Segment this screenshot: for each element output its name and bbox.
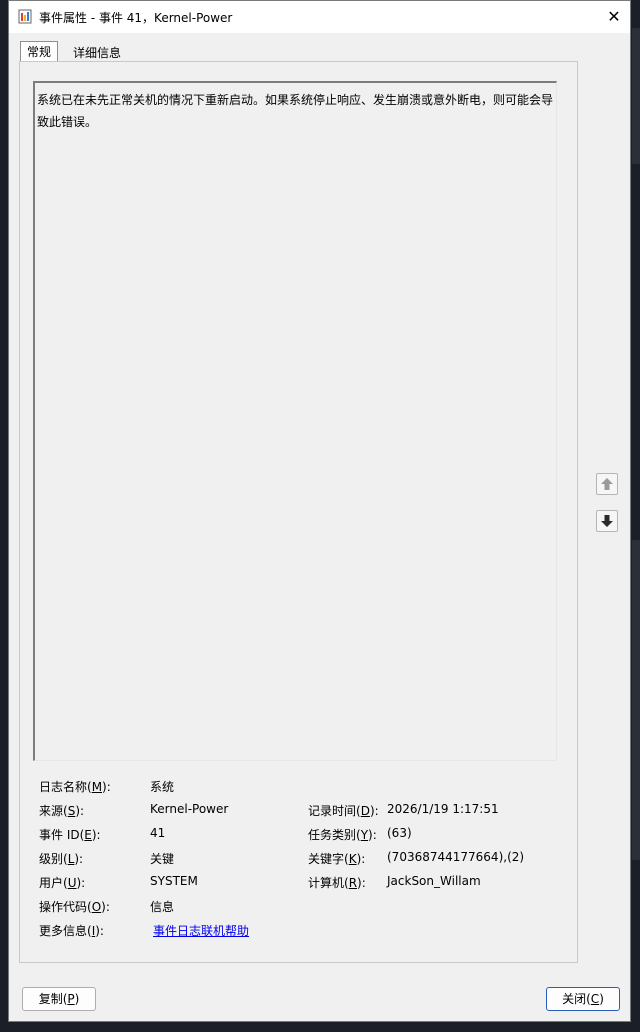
logged-label: 记录时间(D): [308, 804, 379, 818]
level-label: 级别(L): [39, 852, 84, 866]
copy-button[interactable]: 复制(P) [22, 987, 96, 1011]
event-id-value: 41 [150, 826, 166, 840]
logged-value: 2026/1/19 1:17:51 [387, 802, 499, 816]
task-category-label: 任务类别(Y): [308, 828, 377, 842]
close-button[interactable]: 关闭(C) [546, 987, 620, 1011]
previous-event-button[interactable] [596, 473, 618, 495]
log-name-value: 系统 [150, 780, 175, 794]
source-label: 来源(S): [39, 804, 85, 818]
opcode-value: 信息 [150, 900, 175, 914]
more-info-label: 更多信息(I): [39, 924, 104, 938]
user-value: SYSTEM [150, 874, 198, 888]
general-panel: 系统已在未先正常关机的情况下重新启动。如果系统停止响应、发生崩溃或意外断电，则可… [19, 61, 578, 963]
tab-general[interactable]: 常规 [20, 41, 59, 61]
title-bar: 事件属性 - 事件 41，Kernel-Power ✕ [9, 1, 630, 33]
keywords-label: 关键字(K): [308, 852, 366, 866]
source-value: Kernel-Power [150, 802, 229, 816]
event-viewer-app-icon [18, 9, 32, 24]
log-name-label: 日志名称(M): [39, 780, 111, 794]
next-event-button[interactable] [596, 510, 618, 532]
event-description[interactable]: 系统已在未先正常关机的情况下重新启动。如果系统停止响应、发生崩溃或意外断电，则可… [33, 81, 557, 761]
tab-details[interactable]: 详细信息 [67, 43, 127, 63]
user-label: 用户(U): [39, 876, 86, 890]
computer-label: 计算机(R): [308, 876, 366, 890]
computer-value: JackSon_Willam [387, 874, 481, 888]
close-icon[interactable]: ✕ [602, 5, 626, 29]
background-strip [632, 540, 640, 860]
event-id-label: 事件 ID(E): [39, 828, 101, 842]
keywords-value: (70368744177664),(2) [387, 850, 525, 864]
task-category-value: (63) [387, 826, 412, 840]
opcode-label: 操作代码(O): [39, 900, 110, 914]
level-value: 关键 [150, 852, 175, 866]
event-properties-window: 事件属性 - 事件 41，Kernel-Power ✕ 常规 详细信息 系统已在… [8, 0, 631, 1022]
event-log-online-help-link[interactable]: 事件日志联机帮助 [153, 922, 249, 939]
background-strip [632, 28, 640, 164]
window-title: 事件属性 - 事件 41，Kernel-Power [39, 11, 233, 25]
